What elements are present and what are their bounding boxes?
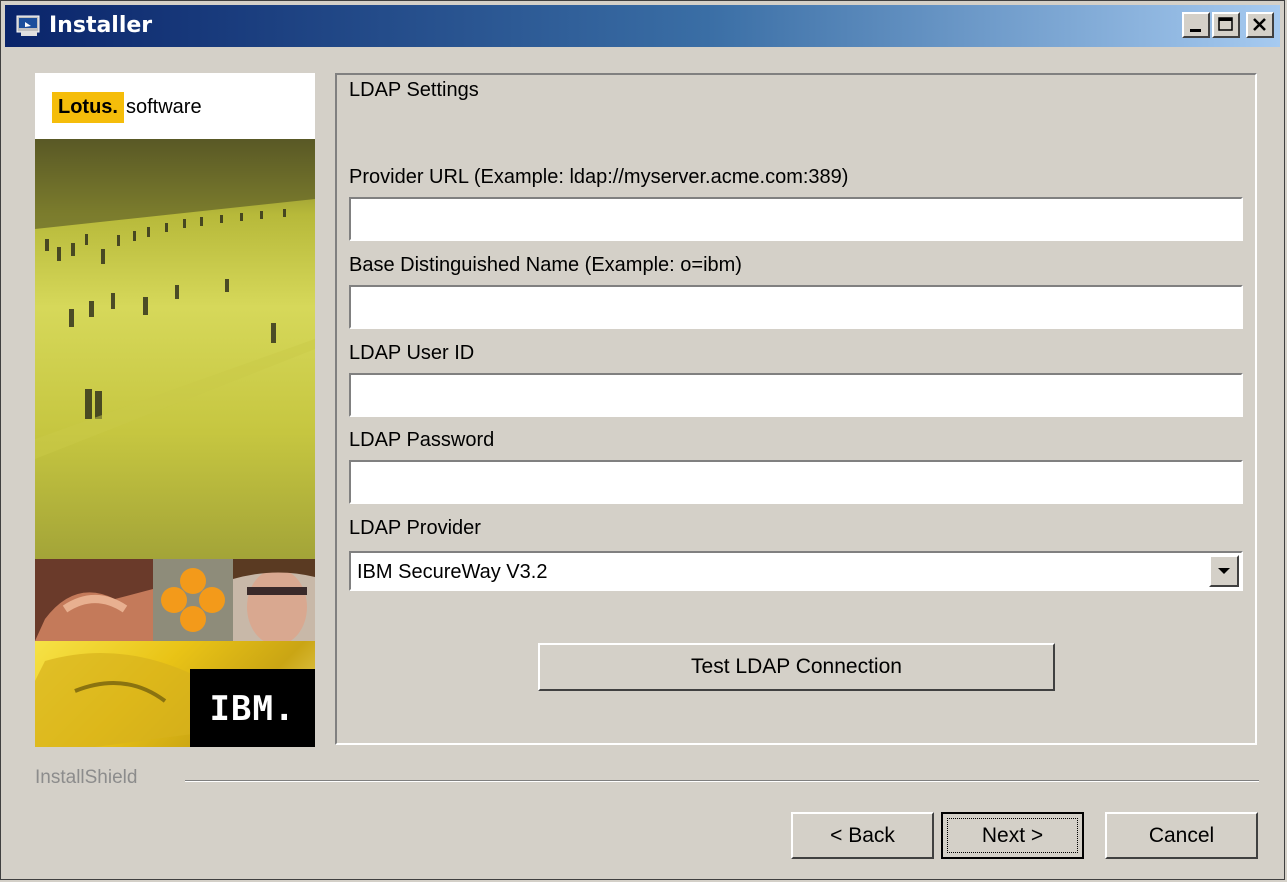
window-title: Installer xyxy=(49,13,153,38)
collage-photo xyxy=(35,559,315,641)
ibm-logo: IBM. xyxy=(190,669,315,747)
title-bar[interactable]: Installer xyxy=(5,5,1280,47)
footer-divider xyxy=(185,780,1259,782)
back-label: < Back xyxy=(830,823,895,847)
installer-window: Installer Lotus. software IBM. LDAP Sett… xyxy=(0,0,1285,880)
software-wordmark: software xyxy=(126,96,202,118)
next-button[interactable]: Next > xyxy=(941,812,1084,859)
lotus-logo: Lotus. software xyxy=(35,73,315,139)
side-banner: Lotus. software IBM. xyxy=(35,73,315,747)
cancel-button[interactable]: Cancel xyxy=(1105,812,1258,859)
crowd-photo xyxy=(35,139,315,559)
user-id-input[interactable] xyxy=(349,373,1243,417)
base-dn-input[interactable] xyxy=(349,285,1243,329)
maximize-icon xyxy=(1218,17,1233,31)
ibm-wordmark: IBM. xyxy=(209,689,296,729)
test-connection-button[interactable]: Test LDAP Connection xyxy=(538,643,1055,691)
cancel-label: Cancel xyxy=(1148,823,1215,847)
installer-icon xyxy=(16,15,40,36)
next-label: Next > xyxy=(981,823,1044,847)
base-dn-label: Base Distinguished Name (Example: o=ibm) xyxy=(349,254,742,276)
ldap-provider-value: IBM SecureWay V3.2 xyxy=(357,561,548,583)
minimize-icon xyxy=(1190,29,1201,32)
back-button[interactable]: < Back xyxy=(791,812,934,859)
panel-heading: LDAP Settings xyxy=(349,79,479,101)
installshield-label: InstallShield xyxy=(35,767,138,788)
dropdown-button[interactable] xyxy=(1209,555,1239,587)
close-icon xyxy=(1253,18,1266,31)
provider-label: LDAP Provider xyxy=(349,517,481,539)
minimize-button[interactable] xyxy=(1182,12,1210,38)
test-connection-label: Test LDAP Connection xyxy=(691,655,902,678)
user-id-label: LDAP User ID xyxy=(349,342,475,364)
password-input[interactable] xyxy=(349,460,1243,504)
provider-url-label: Provider URL (Example: ldap://myserver.a… xyxy=(349,166,849,188)
provider-url-input[interactable] xyxy=(349,197,1243,241)
ldap-provider-select[interactable]: IBM SecureWay V3.2 xyxy=(349,551,1243,591)
password-label: LDAP Password xyxy=(349,429,495,451)
close-button[interactable] xyxy=(1246,12,1274,38)
maximize-button[interactable] xyxy=(1212,12,1240,38)
dropdown-arrow-icon xyxy=(1218,568,1230,574)
lotus-wordmark: Lotus. xyxy=(52,92,124,123)
